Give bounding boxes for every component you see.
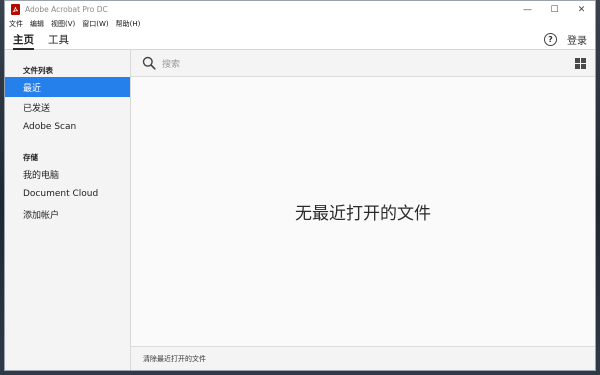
sidebar-item-recent[interactable]: 最近: [5, 77, 130, 97]
sidebar-section-files: 文件列表: [23, 65, 53, 75]
login-button[interactable]: 登录: [567, 32, 587, 47]
window-title: Adobe Acrobat Pro DC: [25, 5, 108, 14]
content-area: 文件列表 最近 已发送 Adobe Scan 存储 我的电脑 Document …: [5, 50, 595, 370]
sidebar: 文件列表 最近 已发送 Adobe Scan 存储 我的电脑 Document …: [5, 50, 131, 370]
sidebar-item-add-account[interactable]: 添加帐户: [5, 204, 130, 224]
tabs-right-group: ? 登录: [544, 32, 587, 47]
menu-view[interactable]: 视图(V): [51, 19, 75, 29]
acrobat-logo-icon: [11, 4, 20, 15]
clear-recent-files-button[interactable]: 清除最近打开的文件: [143, 354, 206, 364]
maximize-button[interactable]: ☐: [541, 1, 568, 18]
search-bar: 搜索: [131, 50, 595, 77]
help-icon[interactable]: ?: [544, 32, 557, 46]
empty-state-message: 无最近打开的文件: [295, 204, 431, 224]
tab-tools[interactable]: 工具: [48, 29, 69, 50]
recent-files-area: 无最近打开的文件: [131, 77, 595, 346]
tab-home[interactable]: 主页: [13, 29, 34, 50]
menu-window[interactable]: 窗口(W): [82, 19, 108, 29]
grid-view-icon[interactable]: [575, 57, 586, 69]
menu-file[interactable]: 文件: [9, 19, 23, 29]
tabs-bar: 主页 工具 ? 登录: [5, 29, 595, 50]
minimize-button[interactable]: —: [514, 1, 541, 18]
sidebar-item-adobe-scan[interactable]: Adobe Scan: [5, 117, 130, 137]
title-bar: Adobe Acrobat Pro DC — ☐ ✕: [5, 1, 595, 18]
main-panel: 搜索 无最近打开的文件 清除最近打开的文件: [131, 50, 595, 370]
close-button[interactable]: ✕: [568, 1, 595, 18]
menu-help[interactable]: 帮助(H): [116, 19, 141, 29]
sidebar-item-document-cloud[interactable]: Document Cloud: [5, 184, 130, 204]
acrobat-window: Adobe Acrobat Pro DC — ☐ ✕ 文件 编辑 视图(V) 窗…: [4, 0, 596, 371]
search-input[interactable]: 搜索: [162, 57, 575, 70]
sidebar-item-sent[interactable]: 已发送: [5, 97, 130, 117]
sidebar-section-storage: 存储: [23, 152, 38, 162]
footer-bar: 清除最近打开的文件: [131, 346, 595, 370]
menu-bar: 文件 编辑 视图(V) 窗口(W) 帮助(H): [5, 18, 595, 29]
search-icon[interactable]: [142, 56, 156, 70]
sidebar-item-my-computer[interactable]: 我的电脑: [5, 164, 130, 184]
menu-edit[interactable]: 编辑: [30, 19, 44, 29]
